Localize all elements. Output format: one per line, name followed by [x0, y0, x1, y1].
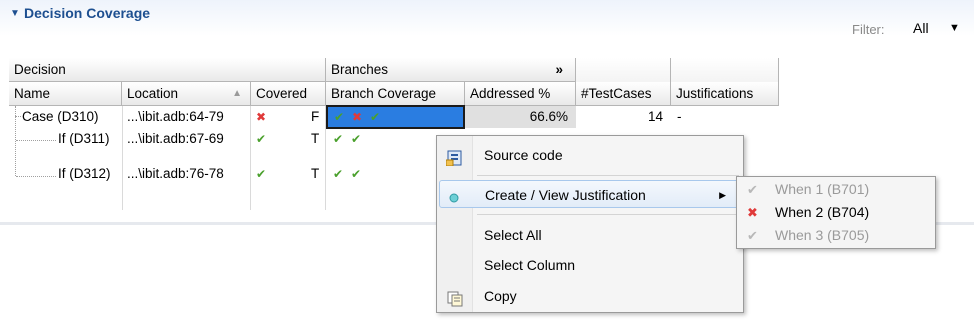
submenu-item-when-1[interactable]: ✔ When 1 (B701) — [737, 178, 935, 201]
column-covered-label: Covered — [256, 86, 308, 101]
check-icon: ✔ — [747, 182, 758, 197]
column-testcases-label: #TestCases — [581, 86, 652, 101]
menu-item-copy[interactable]: Copy — [437, 282, 743, 310]
expand-columns-icon[interactable]: » — [555, 58, 563, 81]
grid-line — [250, 106, 251, 210]
row-1-branch-coverage-cell[interactable]: ✔ ✖ ✔ — [326, 105, 465, 129]
filter-label: Filter: — [852, 22, 885, 37]
column-header-name[interactable]: Name — [9, 82, 122, 106]
menu-separator — [477, 214, 739, 215]
column-header-branch-coverage[interactable]: Branch Coverage — [326, 82, 465, 106]
filter-dropdown-arrow-icon[interactable]: ▼ — [949, 22, 960, 34]
row-2-covered-mark-icon: ✔ — [256, 132, 267, 146]
column-addressed-label: Addressed % — [470, 86, 551, 101]
menu-item-source-code-label: Source code — [484, 147, 563, 163]
group-header-decision[interactable]: Decision — [9, 58, 326, 82]
justification-icon — [447, 187, 465, 203]
menu-item-source-code[interactable]: Source code — [437, 141, 743, 169]
menu-item-select-column-label: Select Column — [484, 257, 576, 273]
branch-check-icon: ✔ — [370, 110, 381, 124]
tree-connector — [16, 176, 56, 177]
column-header-justifications[interactable]: Justifications — [671, 82, 779, 106]
column-location-label: Location — [127, 86, 179, 101]
row-3-covered-value: T — [311, 166, 320, 181]
tree-connector — [15, 106, 16, 176]
submenu-arrow-icon: ▶ — [719, 190, 726, 200]
submenu-item-when-2[interactable]: ✖ When 2 (B704) — [737, 201, 935, 224]
justification-submenu: ✔ When 1 (B701) ✖ When 2 (B704) ✔ When 3… — [736, 176, 936, 249]
sort-ascending-icon: ▲ — [232, 88, 242, 99]
row-1-justifications[interactable]: - — [677, 106, 682, 128]
column-header-location[interactable]: Location ▲ — [122, 82, 251, 106]
row-1-testcases[interactable]: 14 — [576, 106, 671, 128]
branch-check-icon: ✔ — [333, 132, 344, 146]
column-header-addressed[interactable]: Addressed % — [465, 82, 576, 106]
grid-line — [122, 106, 123, 210]
submenu-item-when-1-label: When 1 (B701) — [775, 181, 870, 197]
row-1-location[interactable]: ...\ibit.adb:64-79 — [127, 106, 224, 128]
source-code-icon — [445, 147, 464, 167]
column-header-testcases[interactable]: #TestCases — [576, 82, 671, 106]
menu-item-copy-label: Copy — [484, 288, 517, 304]
row-1-addressed[interactable]: 66.6% — [465, 106, 576, 128]
row-1-covered-mark-icon: ✖ — [256, 110, 267, 124]
menu-item-create-view-justification[interactable]: Create / View Justification ▶ — [439, 180, 741, 208]
row-1-covered-value: F — [311, 109, 320, 124]
row-3-covered-mark-icon: ✔ — [256, 167, 267, 181]
row-2-covered-value: T — [311, 131, 320, 146]
submenu-item-when-3-label: When 3 (B705) — [775, 227, 870, 243]
branch-check-icon: ✔ — [351, 167, 362, 181]
branch-check-icon: ✔ — [333, 167, 344, 181]
submenu-item-when-3[interactable]: ✔ When 3 (B705) — [737, 224, 935, 247]
menu-item-select-all-label: Select All — [484, 227, 542, 243]
menu-item-select-all[interactable]: Select All — [437, 221, 743, 249]
column-justifications-label: Justifications — [676, 86, 754, 101]
group-decision-label: Decision — [14, 62, 66, 77]
row-2-name[interactable]: If (D311) — [58, 128, 110, 150]
menu-item-create-view-label: Create / View Justification — [485, 187, 646, 203]
group-branches-label: Branches — [331, 62, 389, 77]
section-title[interactable]: Decision Coverage — [24, 5, 150, 21]
column-header-covered[interactable]: Covered — [251, 82, 326, 106]
menu-item-select-column[interactable]: Select Column — [437, 251, 743, 279]
column-branch-coverage-label: Branch Coverage — [331, 86, 437, 101]
tree-connector — [16, 140, 56, 141]
context-menu: Source code Create / View Justification … — [436, 135, 744, 313]
branch-check-icon: ✔ — [334, 110, 345, 124]
menu-separator — [477, 175, 739, 176]
filter-value[interactable]: All — [913, 20, 929, 36]
row-3-location[interactable]: ...\ibit.adb:76-78 — [127, 163, 224, 185]
branch-check-icon: ✔ — [351, 132, 362, 146]
branch-cross-icon: ✖ — [352, 110, 363, 124]
section-header: ▼ Decision Coverage Filter: All ▼ — [0, 0, 974, 37]
cross-icon: ✖ — [747, 205, 758, 220]
row-3-name[interactable]: If (D312) — [58, 163, 111, 185]
submenu-item-when-2-label: When 2 (B704) — [775, 204, 870, 220]
column-name-label: Name — [14, 86, 51, 101]
group-header-branches[interactable]: Branches » — [326, 58, 576, 82]
row-1-name[interactable]: Case (D310) — [22, 106, 99, 128]
copy-icon — [446, 288, 464, 307]
check-icon: ✔ — [747, 228, 758, 243]
collapse-triangle-icon[interactable]: ▼ — [10, 8, 20, 19]
row-2-location[interactable]: ...\ibit.adb:67-69 — [127, 128, 224, 150]
